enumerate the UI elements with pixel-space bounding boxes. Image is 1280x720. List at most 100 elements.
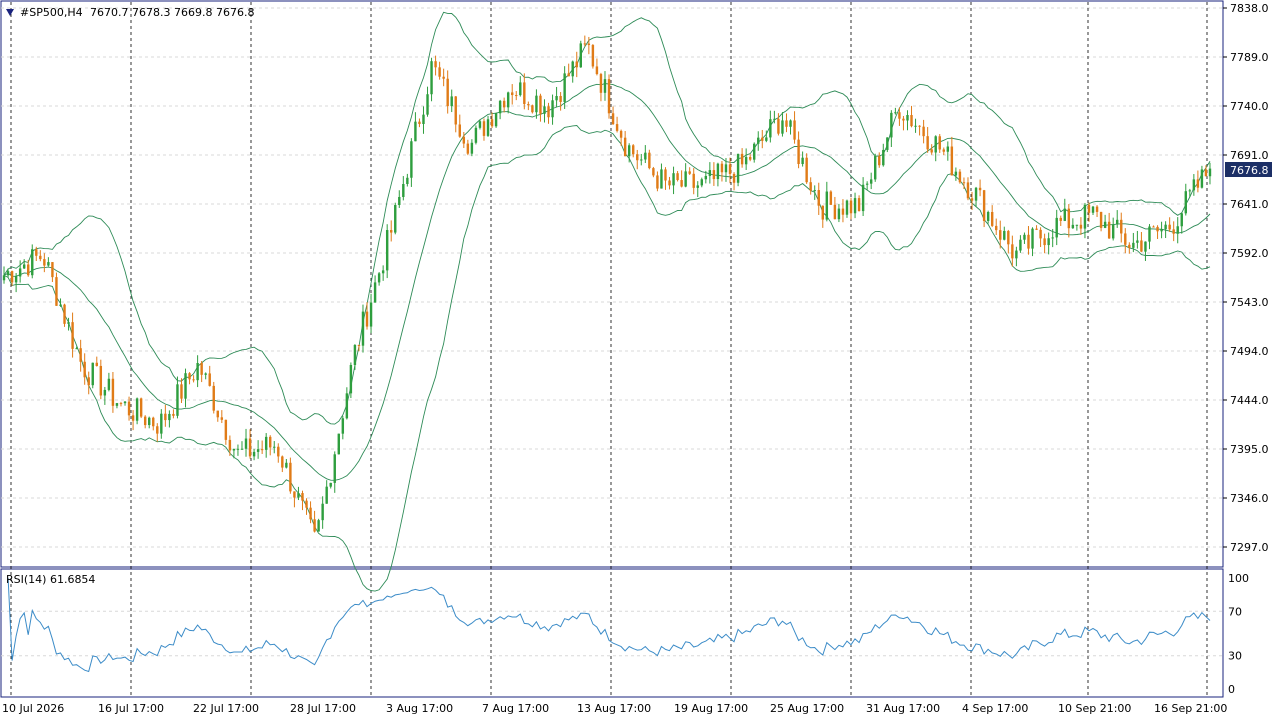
candle-body bbox=[426, 94, 429, 115]
candle-body bbox=[910, 115, 913, 127]
candle-body bbox=[918, 125, 921, 127]
candle-body bbox=[75, 348, 78, 350]
candle-body bbox=[999, 230, 1002, 240]
time-tick-label: 16 Sep 21:00 bbox=[1154, 702, 1227, 715]
candle-body bbox=[1103, 221, 1107, 228]
candle-body bbox=[18, 268, 22, 277]
candle-body bbox=[430, 61, 433, 95]
candle-body bbox=[1039, 229, 1042, 239]
candle-body bbox=[704, 175, 708, 180]
candle-body bbox=[212, 385, 215, 411]
candle-body bbox=[837, 208, 841, 220]
candle-body bbox=[442, 76, 445, 79]
candle-body bbox=[1019, 239, 1022, 251]
candle-body bbox=[1204, 169, 1208, 177]
candle-body bbox=[95, 362, 98, 366]
candle-body bbox=[1196, 179, 1200, 188]
candle-body bbox=[724, 164, 728, 173]
price-axis: 7838.0 7789.0 7740.0 7691.0 7641.0 7592.0 7543… bbox=[1223, 2, 1269, 554]
candle-body bbox=[1027, 234, 1030, 249]
candle-body bbox=[926, 136, 929, 150]
candle-body bbox=[10, 271, 14, 283]
candle-body bbox=[208, 373, 211, 386]
candle-body bbox=[644, 152, 647, 160]
candle-body bbox=[236, 448, 240, 450]
candle-body bbox=[156, 426, 159, 434]
price-tick-label: 7740.0 bbox=[1230, 100, 1269, 113]
candle-body bbox=[1051, 237, 1054, 239]
candle-body bbox=[575, 61, 578, 68]
candle-body bbox=[781, 120, 784, 134]
candle-body bbox=[152, 417, 155, 427]
candle-body bbox=[240, 448, 244, 450]
candle-body bbox=[1200, 169, 1204, 188]
candle-body bbox=[43, 259, 46, 266]
candle-body bbox=[708, 170, 712, 176]
candle-body bbox=[220, 417, 224, 420]
candle-body bbox=[1160, 229, 1163, 232]
candle-body bbox=[111, 378, 115, 406]
candle-body bbox=[1156, 226, 1159, 232]
candle-body bbox=[341, 418, 345, 434]
candle-body bbox=[1184, 191, 1187, 214]
candle-body bbox=[385, 230, 389, 271]
candle-body bbox=[1099, 211, 1103, 228]
candle-body bbox=[321, 503, 324, 521]
candle-body bbox=[962, 182, 966, 184]
candle-body bbox=[886, 137, 889, 150]
candle-body bbox=[672, 173, 675, 186]
candle-body bbox=[63, 304, 66, 324]
candle-body bbox=[974, 187, 978, 201]
candle-body bbox=[1136, 240, 1139, 243]
candle-body bbox=[450, 96, 453, 107]
candle-body bbox=[115, 403, 119, 406]
candle-body bbox=[563, 73, 566, 102]
candle-body bbox=[269, 436, 272, 448]
candle-body bbox=[349, 364, 353, 394]
candle-body bbox=[466, 143, 470, 154]
candle-body bbox=[127, 401, 131, 416]
candle-body bbox=[748, 157, 752, 160]
candle-body bbox=[1011, 244, 1014, 259]
candle-body bbox=[990, 211, 994, 226]
candle-body bbox=[619, 130, 623, 138]
candle-body bbox=[519, 82, 522, 96]
candle-body bbox=[200, 362, 203, 375]
candle-body bbox=[801, 157, 804, 165]
candle-body bbox=[1107, 221, 1111, 239]
candle-body bbox=[67, 322, 70, 324]
candle-body bbox=[252, 451, 256, 457]
candle-body bbox=[39, 255, 42, 260]
candle-body bbox=[700, 179, 703, 186]
price-tick-label: 7789.0 bbox=[1230, 51, 1269, 64]
candle-body bbox=[615, 124, 619, 131]
candle-body bbox=[1140, 240, 1143, 252]
candle-body bbox=[139, 398, 143, 417]
candle-body bbox=[285, 462, 288, 468]
candle-body bbox=[934, 136, 937, 153]
candle-body bbox=[869, 179, 873, 184]
candle-body bbox=[1116, 219, 1119, 225]
candle-body bbox=[559, 95, 562, 102]
candle-body bbox=[438, 67, 441, 77]
candle-body bbox=[224, 419, 228, 440]
candle-body bbox=[543, 106, 546, 114]
candle-body bbox=[71, 322, 74, 349]
candle-body bbox=[91, 362, 94, 386]
candle-body bbox=[172, 413, 175, 416]
price-chart[interactable]: #SP500,H4 7670.7 7678.3 7669.8 7676.8 RS… bbox=[0, 0, 1280, 720]
candle-body bbox=[1188, 190, 1192, 192]
candle-body bbox=[143, 416, 147, 426]
candle-body bbox=[289, 462, 292, 492]
candle-body bbox=[55, 277, 58, 306]
candle-body bbox=[1132, 242, 1135, 248]
candle-body bbox=[188, 373, 191, 380]
candle-body bbox=[168, 413, 171, 421]
candle-body bbox=[119, 403, 123, 405]
ohlc-values: 7670.7 7678.3 7669.8 7676.8 bbox=[90, 6, 254, 19]
time-tick-label: 4 Sep 17:00 bbox=[962, 702, 1028, 715]
candle-body bbox=[309, 507, 312, 520]
candle-body bbox=[777, 118, 780, 134]
candle-body bbox=[821, 205, 824, 220]
candle-body bbox=[160, 413, 163, 434]
